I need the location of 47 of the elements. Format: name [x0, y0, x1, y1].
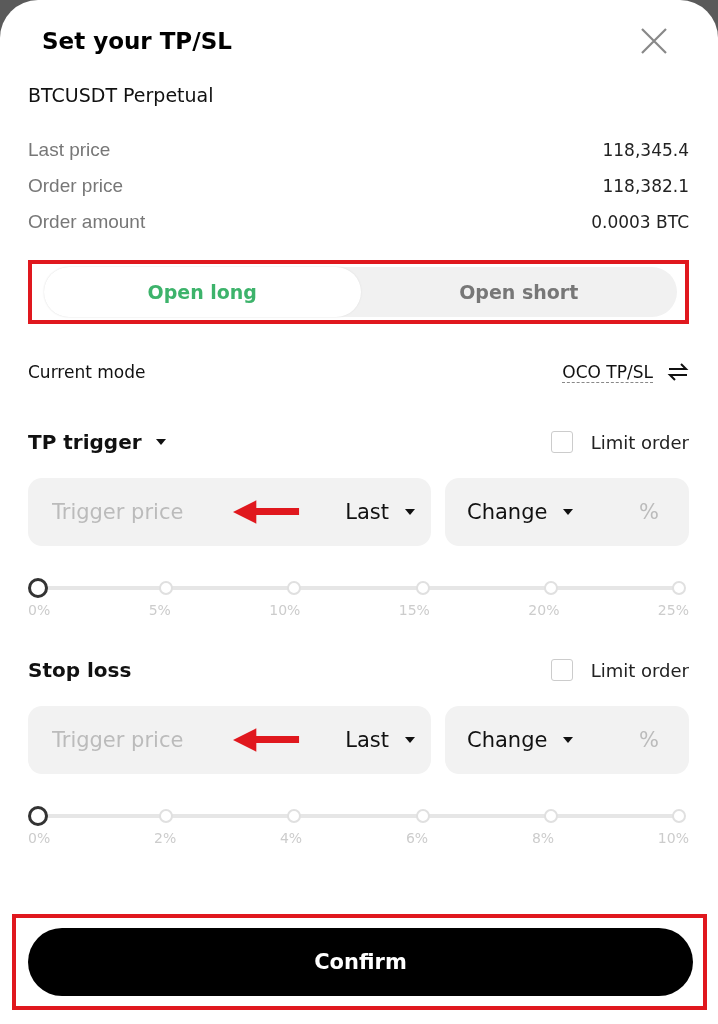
slider-step-dot	[287, 581, 302, 595]
change-field[interactable]: Change %	[445, 706, 689, 774]
slider-thumb[interactable]	[28, 806, 48, 826]
slider-step-dot	[415, 809, 430, 823]
section-title[interactable]: TP trigger	[28, 430, 166, 454]
slider-step-dot	[159, 581, 174, 595]
caret-icon	[405, 509, 415, 515]
detail-value: 118,345.4	[602, 140, 689, 160]
caret-icon	[563, 509, 574, 515]
detail-value: 0.0003 BTC	[591, 212, 689, 232]
slider-step-dot	[159, 809, 174, 823]
slider-step-dot	[543, 809, 558, 823]
limit-order-checkbox[interactable]	[550, 659, 573, 681]
price-type-dropdown[interactable]: Last	[345, 728, 415, 752]
change-dropdown[interactable]: Change	[467, 500, 574, 524]
change-field[interactable]: Change %	[445, 478, 689, 546]
unit-label: %	[639, 500, 659, 524]
limit-order-label: Limit order	[590, 659, 689, 681]
slider-thumb[interactable]	[28, 578, 48, 598]
detail-label: Last price	[28, 139, 111, 161]
confirm-button[interactable]: Confirm	[28, 928, 693, 996]
annotation-arrow-icon	[233, 728, 302, 752]
unit-label: %	[639, 728, 659, 752]
slider-step-dot	[415, 581, 430, 595]
annotation-arrow-icon	[233, 500, 302, 524]
slider-step-dot	[672, 809, 686, 823]
limit-order-label: Limit order	[590, 431, 689, 453]
sheet-title: Set your TP/SL	[42, 28, 232, 54]
mode-link[interactable]: OCO TP/SL	[562, 361, 653, 383]
caret-icon	[405, 737, 415, 743]
slider-step-dot	[543, 581, 558, 595]
caret-icon	[155, 439, 166, 445]
price-type-dropdown[interactable]: Last	[345, 500, 415, 524]
limit-order-checkbox[interactable]	[550, 431, 573, 453]
change-dropdown[interactable]: Change	[467, 728, 574, 752]
detail-label: Order price	[28, 175, 124, 197]
slider-step-dot	[672, 581, 686, 595]
slider-step-dot	[287, 809, 302, 823]
side-tab[interactable]: Open short	[360, 267, 677, 317]
instrument-name: BTCUSDT Perpetual	[28, 84, 215, 108]
section-title: Stop loss	[28, 658, 132, 682]
close-icon[interactable]	[641, 28, 667, 54]
swap-icon[interactable]	[667, 361, 689, 383]
detail-label: Order amount	[28, 211, 146, 233]
mode-label: Current mode	[28, 362, 146, 382]
caret-icon	[563, 737, 574, 743]
detail-value: 118,382.1	[602, 176, 689, 196]
